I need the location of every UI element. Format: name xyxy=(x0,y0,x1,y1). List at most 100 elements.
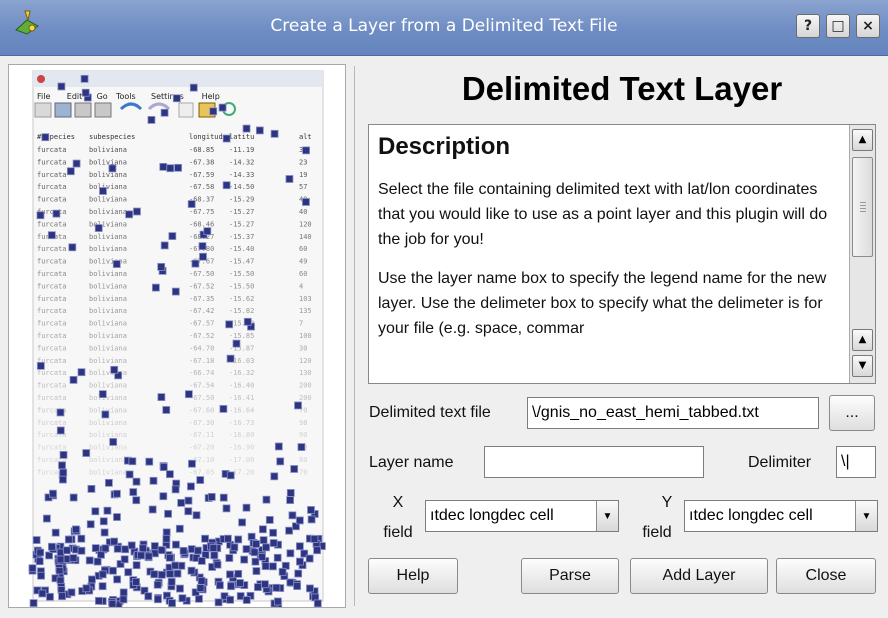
description-paragraph: Use the layer name box to specify the le… xyxy=(378,270,827,337)
help-icon[interactable]: ? xyxy=(796,14,820,38)
preview-point-marker xyxy=(261,562,270,571)
preview-cell: 57 xyxy=(299,183,307,191)
preview-image: File Edit Go Tools Settings Help #especies sub… xyxy=(8,64,346,609)
preview-cell: -15.82 xyxy=(229,307,254,315)
preview-point-marker xyxy=(59,475,67,484)
x-field-label-top: X xyxy=(392,494,404,511)
preview-point-marker xyxy=(226,354,235,363)
preview-point-marker xyxy=(120,555,129,564)
preview-cell: 200 xyxy=(299,394,312,402)
preview-cell: furcata xyxy=(37,344,67,352)
preview-cell: -68.46 xyxy=(189,220,214,228)
close-button[interactable]: Close xyxy=(776,558,876,594)
preview-point-marker xyxy=(58,461,66,470)
preview-cell: 135 xyxy=(299,307,312,315)
preview-point-marker xyxy=(132,496,141,505)
preview-cell: -16.64 xyxy=(229,406,254,414)
scroll-thumb[interactable] xyxy=(852,157,873,257)
add-layer-button[interactable]: Add Layer xyxy=(630,558,768,594)
preview-point-marker xyxy=(238,518,247,527)
preview-cell: furcata xyxy=(37,369,67,377)
description-content: Description Select the file containing d… xyxy=(378,133,844,355)
preview-point-marker xyxy=(172,540,180,549)
preview-point-marker xyxy=(35,557,44,566)
preview-point-marker xyxy=(188,459,196,468)
preview-point-marker xyxy=(66,167,75,176)
y-field-label-top: Y xyxy=(661,494,673,511)
preview-point-marker xyxy=(72,159,81,168)
file-path-input[interactable]: \/gnis_no_east_hemi_tabbed.txt xyxy=(527,397,819,429)
scroll-down-icon[interactable]: ▼ xyxy=(852,355,873,377)
maximize-icon[interactable]: □ xyxy=(826,14,850,38)
preview-point-marker xyxy=(313,599,322,608)
preview-point-marker xyxy=(195,594,203,603)
scroll-up-icon[interactable]: ▲ xyxy=(852,129,873,151)
preview-point-marker xyxy=(42,514,51,523)
preview-cell: boliviana xyxy=(89,158,127,166)
preview-point-marker xyxy=(166,470,174,479)
preview-point-marker xyxy=(218,103,227,112)
preview-cell: boliviana xyxy=(89,444,127,452)
delimiter-input[interactable]: \| xyxy=(836,446,876,478)
dialog-body: File Edit Go Tools Settings Help #especies sub… xyxy=(0,56,888,618)
preview-point-marker xyxy=(77,534,86,543)
preview-point-marker xyxy=(197,557,206,565)
preview-cell: 23 xyxy=(299,158,307,166)
help-button[interactable]: Help xyxy=(368,558,458,594)
preview-point-marker xyxy=(171,485,180,494)
preview-point-marker xyxy=(145,457,154,466)
preview-point-marker xyxy=(236,579,244,587)
window-title: Create a Layer from a Delimited Text Fil… xyxy=(270,16,618,36)
preview-point-marker xyxy=(290,465,299,473)
preview-point-marker xyxy=(230,543,239,552)
preview-point-marker xyxy=(254,583,262,592)
preview-point-marker xyxy=(286,549,295,558)
preview-point-marker xyxy=(137,551,146,560)
parse-button[interactable]: Parse xyxy=(521,558,619,594)
preview-point-marker xyxy=(159,162,168,171)
preview-point-marker xyxy=(259,525,267,534)
preview-point-marker xyxy=(98,390,107,399)
layer-name-input[interactable] xyxy=(484,446,704,478)
chevron-down-icon[interactable]: ▼ xyxy=(855,501,877,531)
preview-point-marker xyxy=(87,485,96,493)
preview-point-marker xyxy=(47,542,56,551)
preview-cell: -67.75 xyxy=(189,208,214,216)
preview-point-marker xyxy=(293,582,302,590)
preview-cell: -67.30 xyxy=(189,419,214,427)
layer-name-label: Layer name xyxy=(369,454,454,471)
preview-point-marker xyxy=(59,451,68,459)
preview-point-marker xyxy=(184,496,193,505)
preview-cell: 98 xyxy=(299,419,307,427)
y-field-select[interactable]: ıtdec longdec cell ▼ xyxy=(684,500,878,532)
preview-point-marker xyxy=(226,595,235,604)
preview-point-marker xyxy=(166,569,175,578)
preview-point-marker xyxy=(243,317,252,326)
preview-point-marker xyxy=(139,544,147,553)
title-bar[interactable]: Create a Layer from a Delimited Text Fil… xyxy=(0,0,888,56)
page-title: Delimited Text Layer xyxy=(461,70,783,107)
x-field-label-bottom: field xyxy=(383,524,413,541)
preview-point-marker xyxy=(46,592,54,601)
preview-point-marker xyxy=(194,546,202,555)
preview-cell: -67.50 xyxy=(189,270,214,278)
close-icon[interactable]: × xyxy=(856,14,880,38)
preview-point-marker xyxy=(296,557,304,566)
preview-header-cell: longitud xyxy=(189,133,223,141)
preview-cell: furcata xyxy=(37,245,67,253)
preview-cell: 200 xyxy=(299,382,312,390)
preview-cell: 40 xyxy=(299,208,307,216)
preview-point-marker xyxy=(91,544,100,553)
description-panel[interactable]: Description Select the file containing d… xyxy=(368,124,876,384)
scroll-up-icon[interactable]: ▲ xyxy=(852,329,873,351)
preview-cell: 49 xyxy=(299,258,307,266)
x-field-select[interactable]: ıtdec longdec cell ▼ xyxy=(425,500,619,532)
preview-cell: 90 xyxy=(299,431,307,439)
browse-button[interactable]: ... xyxy=(829,395,875,431)
chevron-down-icon[interactable]: ▼ xyxy=(596,501,618,531)
preview-cell: -66.74 xyxy=(189,369,214,377)
preview-point-marker xyxy=(36,548,45,557)
preview-point-marker xyxy=(297,443,306,451)
preview-point-marker xyxy=(272,583,281,592)
description-scrollbar[interactable]: ▲ ▲ ▼ xyxy=(849,125,875,383)
